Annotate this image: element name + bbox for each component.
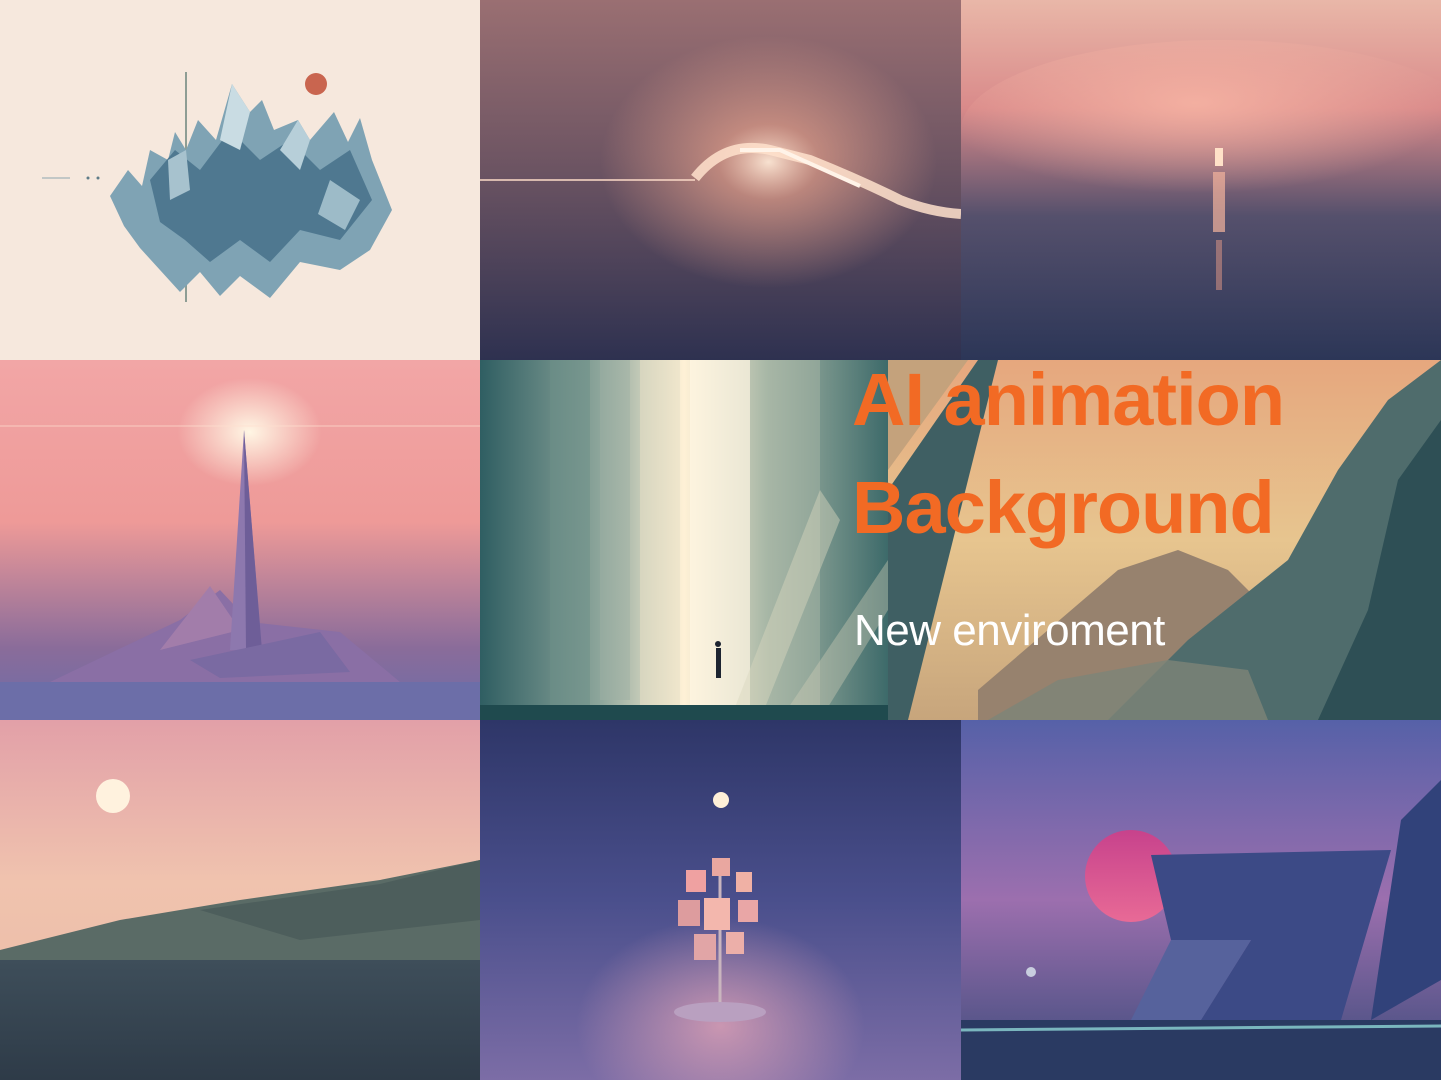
- lighthouse-reflection-art: [961, 0, 1441, 360]
- geometric-sunset-tile: [961, 720, 1441, 1080]
- geometric-sunset-art: [961, 720, 1441, 1080]
- moon-over-hills-tile: [0, 720, 480, 1080]
- light-corridor-tile: [480, 360, 888, 720]
- lighthouse-reflection-tile: [961, 0, 1441, 360]
- obelisk-island-art: [0, 360, 480, 720]
- subtitle: New enviroment: [854, 606, 1165, 655]
- headline: AI animation Background: [852, 346, 1412, 562]
- headline-line-1: AI animation: [852, 358, 1285, 441]
- light-corridor-art: [480, 360, 888, 720]
- tree-of-frames-art: [480, 720, 961, 1080]
- polygonal-mountain-art: [0, 0, 480, 360]
- moon-over-hills-art: [0, 720, 480, 1080]
- glowing-horizon-tile: [480, 0, 961, 360]
- tree-of-frames-tile: [480, 720, 961, 1080]
- polygonal-mountain-tile: [0, 0, 480, 360]
- obelisk-island-tile: [0, 360, 480, 720]
- headline-line-2: Background: [852, 466, 1275, 550]
- glowing-horizon-art: [480, 0, 961, 360]
